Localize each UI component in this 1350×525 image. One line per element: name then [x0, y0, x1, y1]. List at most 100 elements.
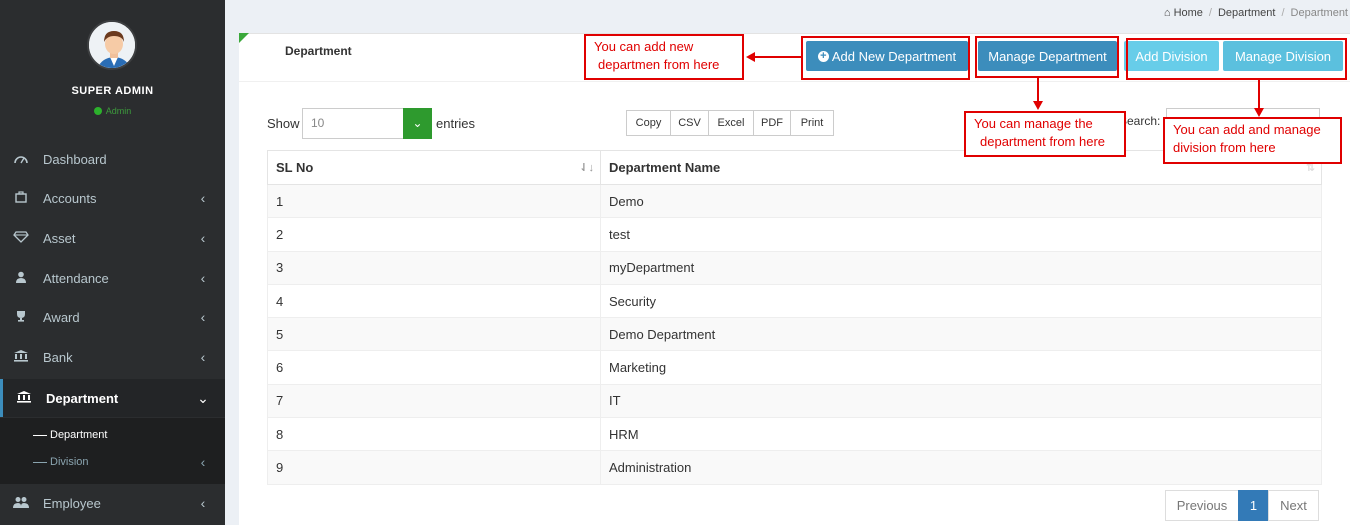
sidebar-item-accounts[interactable]: Accounts ‹ — [0, 179, 225, 217]
chevron-down-icon[interactable]: ⌄ — [403, 108, 432, 139]
briefcase-icon — [13, 190, 29, 206]
print-button[interactable]: Print — [790, 110, 834, 136]
annotation-arrow-line — [754, 56, 801, 58]
page-1-button[interactable]: 1 — [1238, 490, 1269, 521]
table-row[interactable]: 2 test — [267, 217, 1322, 252]
pagination: Previous 1 Next — [1165, 490, 1319, 521]
table-cell: 4 — [267, 283, 601, 319]
column-header-sl-no[interactable]: SL No ⇃↓ — [267, 150, 601, 185]
annotation-arrow-line — [1037, 78, 1039, 101]
bank-icon — [16, 390, 32, 406]
table-row[interactable]: 4 Security — [267, 283, 1322, 319]
sidebar-item-award[interactable]: Award ‹ — [0, 298, 225, 336]
csv-button[interactable]: CSV — [670, 110, 709, 136]
table-cell: 1 — [267, 183, 601, 219]
chevron-left-icon: ‹ — [200, 230, 206, 246]
bank-icon — [13, 349, 29, 365]
annotation-text: department from here — [980, 134, 1106, 149]
table-row[interactable]: 1 Demo — [267, 183, 1322, 219]
entries-label: entries — [436, 116, 476, 131]
sidebar: SUPER ADMIN Admin Dashboard Accounts ‹ A… — [0, 0, 225, 525]
annotation-highlight-add — [801, 36, 970, 80]
sidebar-item-employee[interactable]: Employee ‹ — [0, 484, 225, 522]
table-cell: Demo Department — [600, 317, 1322, 352]
table-cell: 5 — [267, 317, 601, 352]
table-cell: Marketing — [600, 350, 1322, 385]
chevron-left-icon: ‹ — [200, 349, 206, 365]
table-cell: 6 — [267, 350, 601, 385]
department-table: SL No ⇃↓ Department Name ⇅ 1 Demo 2 test 3 my… — [267, 150, 1322, 485]
sidebar-item-label: Dashboard — [43, 151, 107, 167]
home-icon: ⌂ — [1163, 7, 1171, 19]
diamond-icon — [13, 230, 29, 246]
table-row[interactable]: 5 Demo Department — [267, 317, 1322, 352]
users-icon — [13, 496, 29, 511]
sidebar-item-label: Award — [43, 309, 80, 325]
table-row[interactable]: 3 myDepartment — [267, 250, 1322, 285]
dashboard-icon — [13, 152, 29, 167]
table-cell: Administration — [600, 450, 1322, 485]
sidebar-item-attendance[interactable]: Attendance ‹ — [0, 259, 225, 297]
chevron-down-icon: ⌄ — [197, 389, 209, 406]
sidebar-item-department[interactable]: Department ⌄ — [0, 379, 225, 417]
submenu-item-label: Department — [50, 429, 108, 441]
column-header-label: Department Name — [609, 160, 721, 175]
dash-icon — [33, 434, 47, 436]
sidebar-item-label: Bank — [43, 349, 73, 365]
chevron-left-icon: ‹ — [200, 190, 206, 206]
annotation-text: You can add and manage — [1173, 122, 1321, 137]
table-row[interactable]: 7 IT — [267, 383, 1322, 419]
online-dot-icon — [93, 107, 102, 115]
previous-page-button[interactable]: Previous — [1165, 490, 1239, 521]
table-cell: 2 — [267, 217, 601, 252]
submenu-item-department[interactable]: Department — [0, 422, 225, 448]
user-role: Admin — [105, 106, 132, 116]
table-cell: IT — [600, 383, 1322, 419]
copy-button[interactable]: Copy — [626, 110, 671, 136]
sidebar-item-label: Attendance — [43, 270, 109, 286]
table-row[interactable]: 8 HRM — [267, 417, 1322, 452]
submenu-item-division[interactable]: Division ‹ — [0, 449, 225, 475]
department-submenu: Department Division ‹ — [0, 418, 225, 484]
arrow-down-icon — [1033, 101, 1043, 110]
annotation-text: departmen from here — [598, 57, 720, 72]
table-row[interactable]: 9 Administration — [267, 450, 1322, 485]
table-cell: HRM — [600, 417, 1322, 452]
breadcrumb-home[interactable]: Home — [1174, 7, 1203, 19]
sidebar-item-label: Asset — [43, 230, 76, 246]
annotation-arrow-line — [1258, 80, 1260, 108]
sidebar-item-dashboard[interactable]: Dashboard — [0, 140, 225, 178]
export-buttons: Copy CSV Excel PDF Print — [626, 110, 834, 136]
table-cell: test — [600, 217, 1322, 252]
page-length-select[interactable]: 10 — [302, 108, 406, 139]
breadcrumb-separator: / — [1208, 7, 1212, 19]
table-cell: 9 — [267, 450, 601, 485]
sort-asc-icon: ⇃↓ — [579, 162, 594, 174]
next-page-button[interactable]: Next — [1268, 490, 1319, 521]
sidebar-item-label: Department — [46, 390, 119, 406]
dash-icon — [33, 461, 47, 463]
table-cell: myDepartment — [600, 250, 1322, 285]
user-avatar-icon — [89, 22, 135, 68]
annotation-text: division from here — [1173, 140, 1276, 155]
column-header-label: SL No — [276, 160, 314, 175]
annotation-note-add: You can add new departmen from here — [584, 34, 744, 80]
annotation-highlight-division — [1126, 38, 1347, 80]
table-row[interactable]: 6 Marketing — [267, 350, 1322, 385]
breadcrumb-separator: / — [1281, 7, 1285, 19]
breadcrumb-section[interactable]: Department — [1218, 7, 1275, 19]
pdf-button[interactable]: PDF — [753, 110, 791, 136]
table-cell: 3 — [267, 250, 601, 285]
trophy-icon — [13, 310, 29, 325]
chevron-left-icon: ‹ — [200, 495, 206, 511]
user-name: SUPER ADMIN — [71, 85, 154, 97]
excel-button[interactable]: Excel — [708, 110, 754, 136]
show-label: Show — [267, 116, 300, 131]
box-header-divider — [239, 81, 1350, 82]
arrow-down-icon — [1254, 108, 1264, 117]
avatar[interactable] — [87, 20, 137, 70]
table-cell: Security — [600, 283, 1322, 319]
arrow-left-icon — [746, 52, 755, 62]
sidebar-item-asset[interactable]: Asset ‹ — [0, 219, 225, 257]
sidebar-item-bank[interactable]: Bank ‹ — [0, 338, 225, 376]
